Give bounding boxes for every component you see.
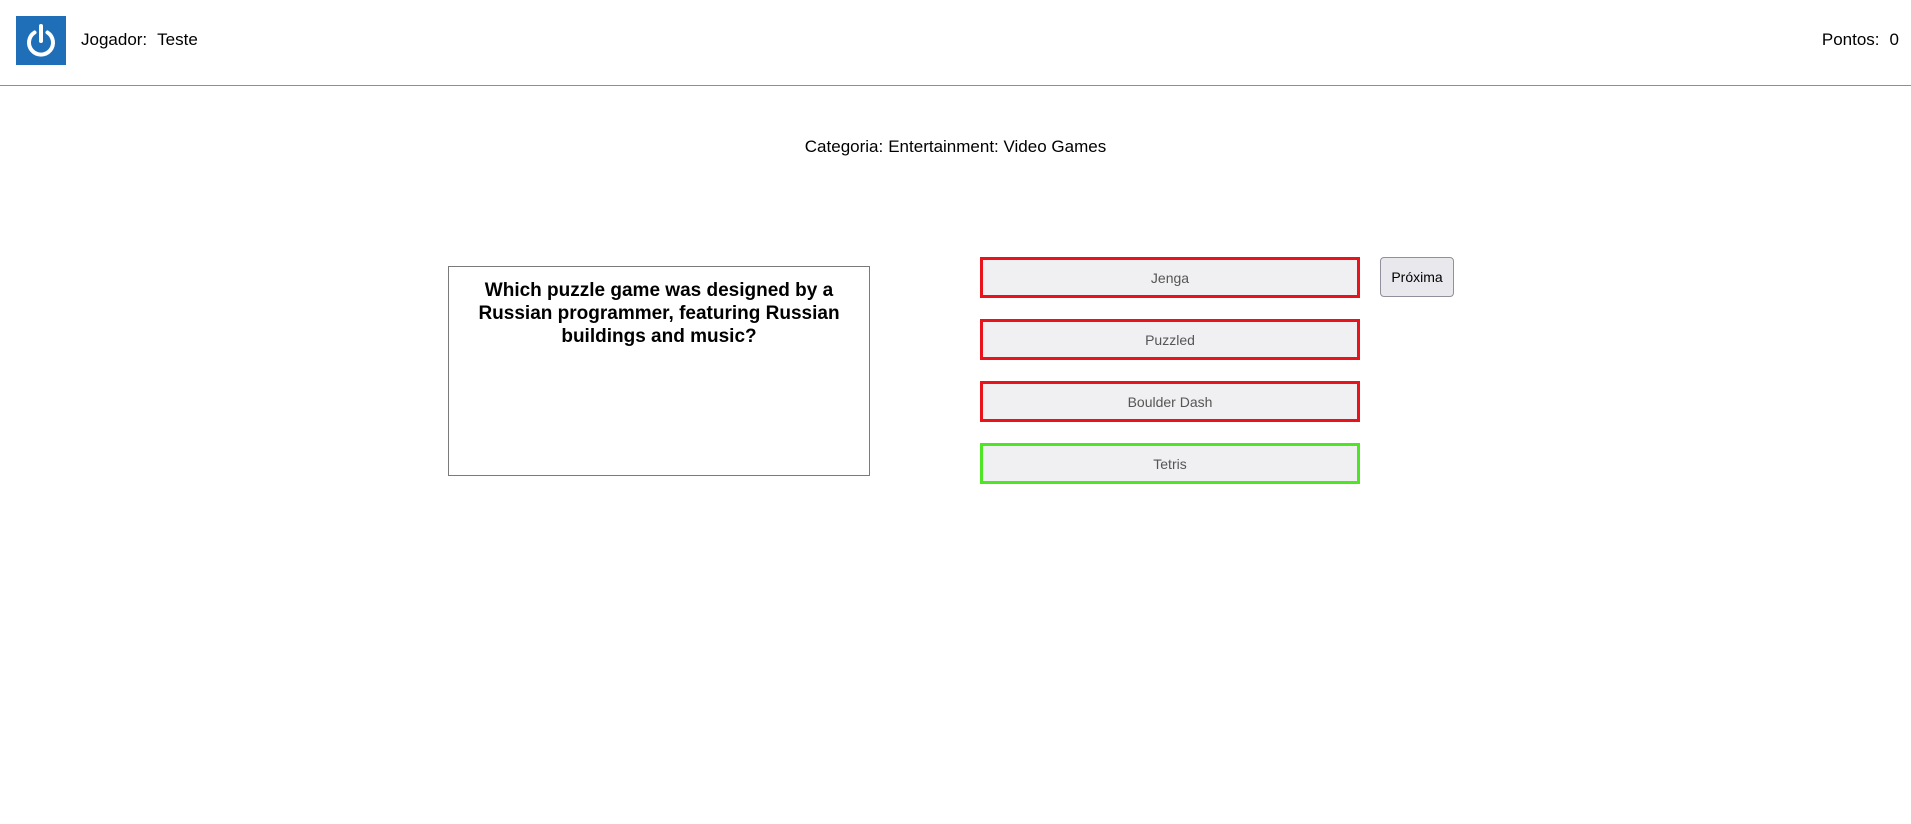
answer-button[interactable]: Puzzled: [980, 319, 1360, 360]
player-label: Jogador:: [81, 30, 148, 49]
power-icon: [27, 23, 55, 57]
player-info: Jogador: Teste: [81, 30, 198, 50]
points-label: Pontos:: [1821, 30, 1880, 49]
category-label: Categoria:: [804, 137, 884, 156]
answer-button[interactable]: Tetris: [980, 443, 1360, 484]
logout-button[interactable]: [16, 16, 66, 65]
answer-list: Jenga Puzzled Boulder Dash Tetris: [980, 257, 1360, 505]
points-info: Pontos: 0: [1822, 30, 1899, 50]
player-name: Teste: [157, 30, 198, 49]
answer-button[interactable]: Boulder Dash: [980, 381, 1360, 422]
quiz-page: Jogador: Teste Pontos: 0 Categoria: Enterta…: [0, 0, 1911, 824]
question-box: Which puzzle game was designed by a Russ…: [448, 266, 870, 476]
question-text: Which puzzle game was designed by a Russ…: [478, 280, 840, 347]
answer-button[interactable]: Jenga: [980, 257, 1360, 298]
header-bar: Jogador: Teste Pontos: 0: [0, 0, 1911, 86]
points-value: 0: [1889, 30, 1899, 49]
category-line: Categoria: Entertainment: Video Games: [0, 137, 1911, 157]
category-value: Entertainment: Video Games: [888, 137, 1107, 156]
next-button[interactable]: Próxima: [1380, 257, 1454, 297]
